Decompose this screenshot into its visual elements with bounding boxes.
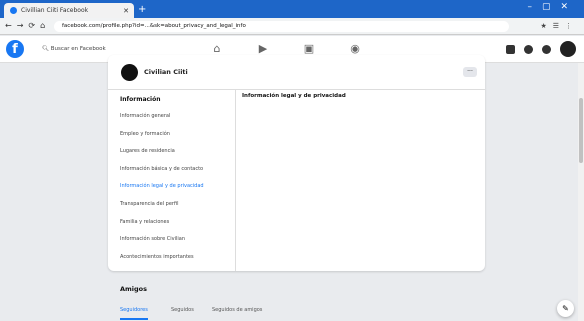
more-options-button[interactable]: ··· [463,67,477,77]
search-placeholder: Buscar en Facebook [50,46,106,52]
url-field[interactable]: facebook.com/profile.php?id=...&sk=about… [54,21,509,32]
marketplace-icon[interactable]: ▣ [302,42,316,56]
watch-icon[interactable]: ▶ [256,42,270,56]
sidebar-item-contact-info[interactable]: Información básica y de contacto [120,161,232,179]
new-message-button[interactable]: ✎ [557,300,574,317]
tab-title: Civillian Ciiti Facebook [21,7,89,14]
notifications-icon[interactable] [542,44,551,54]
tab-following[interactable]: Seguidos [171,307,194,313]
sidebar-item-privacy-legal[interactable]: Información legal y de privacidad [120,178,232,196]
profile-name[interactable]: Civilian Ciiti [144,68,188,76]
sidebar-item-work-education[interactable]: Empleo y formación [120,126,232,144]
facebook-favicon-icon [10,7,17,14]
home-icon[interactable]: ⌂ [210,42,224,56]
tab-followed-by-friends[interactable]: Seguidos de amigos [212,307,262,313]
browser-tab[interactable]: Civillian Ciiti Facebook ✕ [4,3,134,18]
messenger-icon[interactable] [524,44,533,54]
sidebar-item-family[interactable]: Familia y relaciones [120,214,232,232]
profile-avatar[interactable] [121,64,138,81]
tab-followers[interactable]: Seguidores [120,307,148,320]
friends-section: Amigos Seguidores Seguidos Seguidos de a… [108,277,485,321]
scrollbar-thumb[interactable] [579,98,583,163]
friends-title: Amigos [120,285,148,293]
sidebar-title: Información [120,96,161,103]
divider [108,89,485,90]
sidebar-item-transparency[interactable]: Transparencia del perfil [120,196,232,214]
close-tab-icon[interactable]: ✕ [123,7,129,15]
window-controls[interactable]: –▢✕ [527,2,578,12]
page-scrollbar[interactable] [578,63,584,321]
sidebar-item-life-events[interactable]: Acontecimientos importantes [120,249,232,267]
account-avatar[interactable] [560,41,576,57]
about-sidebar: Información Información general Empleo y… [120,92,232,266]
browser-tab-strip: Civillian Ciiti Facebook ✕ + –▢✕ [0,0,584,18]
facebook-logo-icon[interactable]: f [6,40,24,58]
browser-nav-buttons[interactable]: ←→⟳⌂ [5,21,50,30]
new-tab-button[interactable]: + [138,4,146,15]
sidebar-item-places[interactable]: Lugares de residencia [120,143,232,161]
groups-icon[interactable]: ◉ [348,42,362,56]
about-card: Civilian Ciiti ··· Información Informaci… [108,55,485,271]
search-input[interactable]: 🔍︎ Buscar en Facebook [42,42,117,56]
extensions-icons[interactable]: ★☰⋮ [540,22,578,30]
sidebar-item-overview[interactable]: Información general [120,108,232,126]
sidebar-item-details[interactable]: Información sobre Civilian [120,231,232,249]
content-title: Información legal y de privacidad [242,93,346,99]
address-bar-row: ←→⟳⌂ facebook.com/profile.php?id=...&sk=… [0,18,584,35]
vertical-divider [235,89,236,271]
menu-icon[interactable] [506,44,515,54]
search-icon: 🔍︎ [42,46,51,52]
